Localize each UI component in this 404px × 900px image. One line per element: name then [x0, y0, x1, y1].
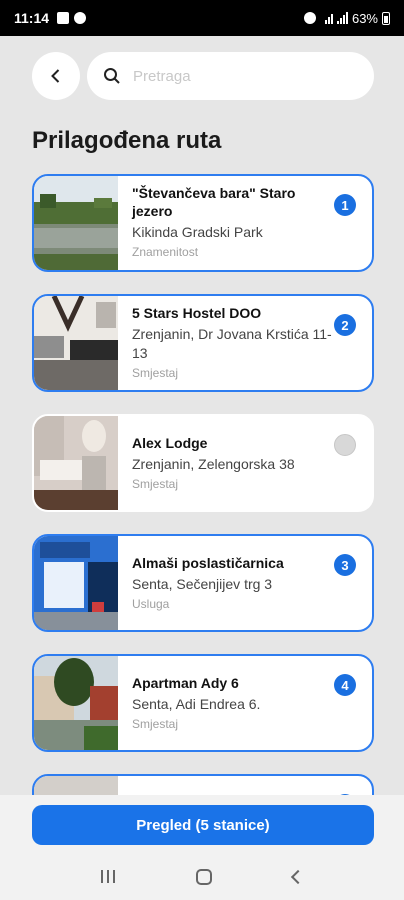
signal-icon: [336, 12, 348, 24]
place-card[interactable]: Apartman Ady 6 Senta, Adi Endrea 6. Smje…: [32, 654, 374, 752]
place-category: Smjestaj: [132, 477, 179, 491]
order-badge[interactable]: 4: [334, 674, 356, 696]
place-list: "Števančeva bara" Staro jezero Kikinda G…: [32, 174, 374, 894]
status-bar: 11:14 63%: [0, 0, 404, 36]
battery-percent: 63%: [351, 10, 378, 26]
search-input[interactable]: [133, 67, 343, 85]
place-category: Znamenitost: [132, 245, 199, 259]
place-title: Apartman Ady 6: [132, 675, 239, 691]
place-card[interactable]: 5 Stars Hostel DOO Zrenjanin, Dr Jovana …: [32, 294, 374, 392]
order-badge[interactable]: 3: [334, 554, 356, 576]
place-thumbnail: [34, 536, 118, 630]
alarm-icon: [303, 12, 316, 24]
recents-icon[interactable]: [100, 870, 115, 883]
place-address: Zrenjanin, Dr Jovana Krstića 11-13: [132, 326, 332, 361]
image-notification-icon: [57, 12, 70, 24]
place-thumbnail: [34, 296, 118, 390]
place-title: 5 Stars Hostel DOO: [132, 305, 262, 321]
place-card[interactable]: "Števančeva bara" Staro jezero Kikinda G…: [32, 174, 374, 272]
status-time: 11:14: [14, 10, 50, 26]
system-nav-bar: [0, 853, 404, 900]
page-title: Prilagođena ruta: [32, 127, 222, 154]
chevron-left-icon: [51, 69, 60, 83]
place-category: Usluga: [132, 597, 170, 611]
wifi-icon: [324, 12, 333, 24]
place-title: "Števančeva bara" Staro jezero: [132, 185, 296, 219]
place-address: Senta, Adi Endrea 6.: [132, 696, 261, 712]
search-icon: [104, 68, 120, 84]
place-card[interactable]: Almaši poslastičarnica Senta, Sečenjijev…: [32, 534, 374, 632]
home-icon[interactable]: [195, 868, 212, 885]
review-route-button[interactable]: Pregled (5 stanice): [32, 805, 374, 845]
order-badge[interactable]: 2: [334, 314, 356, 336]
place-card[interactable]: Alex Lodge Zrenjanin, Zelengorska 38 Smj…: [32, 414, 374, 512]
place-title: Almaši poslastičarnica: [132, 555, 284, 571]
battery-icon: [382, 11, 390, 25]
place-address: Kikinda Gradski Park: [132, 224, 263, 240]
back-button[interactable]: [32, 52, 80, 100]
place-category: Smjestaj: [132, 717, 179, 731]
place-thumbnail: [34, 416, 118, 510]
place-category: Smjestaj: [132, 366, 179, 380]
place-thumbnail: [34, 656, 118, 750]
top-bar: [32, 52, 374, 100]
search-bar[interactable]: [87, 52, 374, 100]
unselected-circle[interactable]: [334, 434, 356, 456]
place-address: Senta, Sečenjijev trg 3: [132, 576, 273, 592]
place-address: Zrenjanin, Zelengorska 38: [132, 456, 295, 472]
place-title: Alex Lodge: [132, 435, 208, 451]
order-badge[interactable]: 1: [334, 194, 356, 216]
place-thumbnail: [34, 176, 118, 270]
back-nav-icon[interactable]: [291, 869, 306, 884]
account-notification-icon: [74, 12, 87, 24]
